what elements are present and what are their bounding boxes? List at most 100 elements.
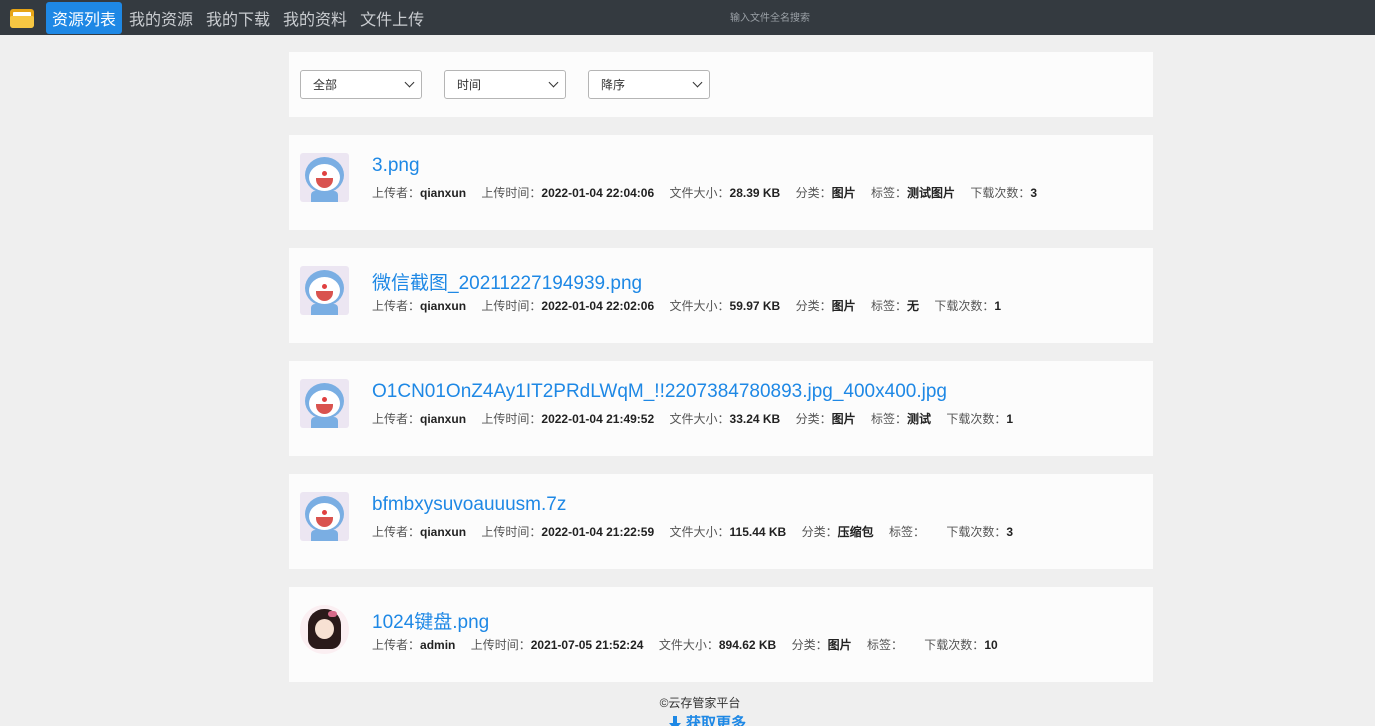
category-label: 分类： <box>795 299 832 313</box>
nav-item-my-resources[interactable]: 我的资源 <box>123 2 199 34</box>
file-card: 3.png 上传者：qianxun 上传时间：2022-01-04 22:04:… <box>289 135 1153 230</box>
tags-label: 标签： <box>888 525 925 539</box>
tags-value: 无 <box>906 299 919 313</box>
file-meta: 上传者：qianxun 上传时间：2022-01-04 22:04:06 文件大… <box>372 184 1049 201</box>
file-name-link[interactable]: 1024键盘.png <box>372 607 489 634</box>
chevron-down-icon <box>692 77 703 88</box>
file-size-value: 28.39 KB <box>729 186 781 200</box>
upload-time-label: 上传时间： <box>470 638 531 652</box>
chevron-down-icon <box>404 77 415 88</box>
tags-value: 测试 <box>906 412 931 426</box>
order-select-value: 降序 <box>601 78 626 92</box>
order-select[interactable]: 降序 <box>588 70 710 99</box>
uploader-label: 上传者： <box>372 186 421 200</box>
category-label: 分类： <box>795 186 832 200</box>
file-size-label: 文件大小： <box>669 525 730 539</box>
file-card: bfmbxysuvoauuusm.7z 上传者：qianxun 上传时间：202… <box>289 474 1153 569</box>
file-name-link[interactable]: 微信截图_20211227194939.png <box>372 268 642 295</box>
uploader-label: 上传者： <box>372 412 421 426</box>
downloads-label: 下载次数： <box>946 412 1007 426</box>
nav-item-my-downloads[interactable]: 我的下载 <box>200 2 276 34</box>
file-name-link[interactable]: bfmbxysuvoauuusm.7z <box>372 494 566 516</box>
top-navbar: 资源列表 我的资源 我的下载 我的资料 文件上传 <box>0 0 1375 35</box>
page-footer: ©云存管家平台 获取更多 <box>0 694 1375 726</box>
folder-logo-icon[interactable] <box>8 7 36 29</box>
file-size-label: 文件大小： <box>669 412 730 426</box>
upload-time-label: 上传时间： <box>481 299 542 313</box>
uploader-avatar <box>300 492 349 541</box>
copyright-text: ©云存管家平台 <box>659 696 741 710</box>
file-card: 1024键盘.png 上传者：admin 上传时间：2021-07-05 21:… <box>289 587 1153 682</box>
file-size-value: 894.62 KB <box>718 638 777 652</box>
uploader-value: qianxun <box>420 525 467 539</box>
category-value: 图片 <box>831 412 856 426</box>
category-label: 分类： <box>801 525 838 539</box>
downloads-value: 1 <box>1006 412 1014 426</box>
search-input[interactable] <box>640 8 900 28</box>
file-card: O1CN01OnZ4Ay1IT2PRdLWqM_!!2207384780893.… <box>289 361 1153 456</box>
file-name-link[interactable]: O1CN01OnZ4Ay1IT2PRdLWqM_!!2207384780893.… <box>372 381 947 403</box>
tags-value: 测试图片 <box>906 186 955 200</box>
file-size-value: 33.24 KB <box>729 412 781 426</box>
uploader-label: 上传者： <box>372 525 421 539</box>
upload-time-label: 上传时间： <box>481 186 542 200</box>
tags-label: 标签： <box>870 412 907 426</box>
downloads-value: 3 <box>1030 186 1038 200</box>
file-meta: 上传者：qianxun 上传时间：2022-01-04 22:02:06 文件大… <box>372 297 1013 314</box>
load-more-button[interactable]: 获取更多 <box>668 712 746 726</box>
downloads-value: 3 <box>1006 525 1014 539</box>
nav-item-my-profile[interactable]: 我的资料 <box>277 2 353 34</box>
file-name-link[interactable]: 3.png <box>372 155 420 177</box>
filter-bar: 全部 时间 降序 <box>289 52 1153 117</box>
nav-item-file-upload[interactable]: 文件上传 <box>354 2 430 34</box>
category-value: 图片 <box>831 186 856 200</box>
uploader-label: 上传者： <box>372 299 421 313</box>
downloads-label: 下载次数： <box>946 525 1007 539</box>
tags-label: 标签： <box>870 186 907 200</box>
tags-label: 标签： <box>866 638 903 652</box>
downloads-label: 下载次数： <box>970 186 1031 200</box>
downloads-label: 下载次数： <box>934 299 995 313</box>
file-size-label: 文件大小： <box>669 299 730 313</box>
nav-item-resource-list[interactable]: 资源列表 <box>46 1 123 34</box>
uploader-avatar <box>300 266 349 315</box>
downloads-value: 1 <box>994 299 1002 313</box>
category-select-value: 全部 <box>313 78 338 92</box>
uploader-value: qianxun <box>420 299 467 313</box>
uploader-avatar <box>300 153 349 202</box>
upload-time-value: 2022-01-04 22:02:06 <box>541 299 655 313</box>
downloads-value: 10 <box>984 638 998 652</box>
main-content: 全部 时间 降序 3.png 上传者：qianxun 上传时间：2022-01-… <box>289 52 1153 682</box>
file-meta: 上传者：admin 上传时间：2021-07-05 21:52:24 文件大小：… <box>372 636 1010 653</box>
uploader-avatar <box>300 605 349 654</box>
uploader-value: admin <box>420 638 456 652</box>
category-value: 压缩包 <box>837 525 874 539</box>
upload-time-value: 2022-01-04 21:22:59 <box>541 525 655 539</box>
category-value: 图片 <box>827 638 852 652</box>
uploader-label: 上传者： <box>372 638 421 652</box>
category-value: 图片 <box>831 299 856 313</box>
file-size-label: 文件大小： <box>669 186 730 200</box>
load-more-label: 获取更多 <box>685 715 746 726</box>
category-label: 分类： <box>791 638 828 652</box>
upload-time-label: 上传时间： <box>481 412 542 426</box>
file-size-value: 59.97 KB <box>729 299 781 313</box>
upload-time-value: 2021-07-05 21:52:24 <box>530 638 644 652</box>
uploader-value: qianxun <box>420 186 467 200</box>
uploader-value: qianxun <box>420 412 467 426</box>
file-meta: 上传者：qianxun 上传时间：2022-01-04 21:22:59 文件大… <box>372 523 1025 540</box>
file-meta: 上传者：qianxun 上传时间：2022-01-04 21:49:52 文件大… <box>372 410 1025 427</box>
file-card: 微信截图_20211227194939.png 上传者：qianxun 上传时间… <box>289 248 1153 343</box>
arrow-down-icon <box>668 715 681 726</box>
upload-time-label: 上传时间： <box>481 525 542 539</box>
sort-by-select[interactable]: 时间 <box>444 70 566 99</box>
sort-by-select-value: 时间 <box>457 78 482 92</box>
upload-time-value: 2022-01-04 21:49:52 <box>541 412 655 426</box>
chevron-down-icon <box>548 77 559 88</box>
upload-time-value: 2022-01-04 22:04:06 <box>541 186 655 200</box>
category-select[interactable]: 全部 <box>300 70 422 99</box>
file-size-value: 115.44 KB <box>729 525 787 539</box>
file-size-label: 文件大小： <box>658 638 719 652</box>
uploader-avatar <box>300 379 349 428</box>
category-label: 分类： <box>795 412 832 426</box>
